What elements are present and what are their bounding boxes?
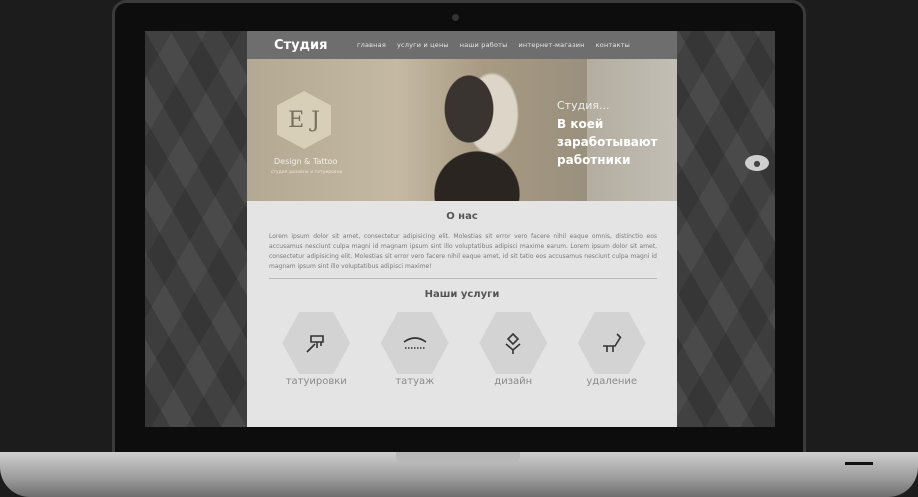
nav-services-prices[interactable]: услуги и цены — [397, 41, 449, 49]
flower-icon — [505, 332, 521, 354]
tattoo-machine-icon — [306, 335, 325, 353]
logo-subtitle: студия дизайна и татуировки — [271, 169, 343, 174]
services-list: татуировки татуаж дизайн удаление — [267, 312, 661, 387]
nav-home[interactable]: главная — [357, 41, 386, 49]
service-hex — [380, 312, 449, 374]
nav-shop[interactable]: интернет-магазин — [518, 41, 584, 49]
about-text: Lorem ipsum dolor sit amet, consectetur … — [269, 233, 657, 270]
service-hex — [282, 312, 351, 374]
hero-title: В коей заработывают работники — [557, 117, 658, 167]
top-navbar: Студия главная услуги и цены наши работы… — [247, 31, 677, 59]
nav-our-works[interactable]: наши работы — [460, 41, 508, 49]
divider — [269, 278, 657, 279]
laptop-hinge — [396, 452, 520, 464]
service-design[interactable]: дизайн — [468, 312, 558, 387]
service-label: татуировки — [285, 376, 347, 387]
power-indicator — [845, 462, 873, 465]
hero-kicker: Студия... — [557, 99, 610, 112]
service-label: удаление — [586, 376, 638, 387]
screen: Студия главная услуги и цены наши работы… — [145, 31, 775, 427]
services-title: Наши услуги — [424, 289, 500, 300]
chat-bubble-icon[interactable]: ● — [745, 155, 769, 171]
logo-text: Design & Tattoo — [274, 157, 338, 166]
nav-contacts[interactable]: контакты — [596, 41, 630, 49]
service-tattoo[interactable]: татуировки — [271, 312, 361, 387]
service-hex — [479, 312, 548, 374]
service-removal[interactable]: удаление — [567, 312, 657, 387]
brand-logo[interactable]: Студия — [274, 38, 346, 53]
hero-banner: E J Design & Tattoo студия дизайна и тат… — [247, 59, 677, 201]
service-label: дизайн — [494, 376, 533, 387]
service-label: татуаж — [395, 376, 435, 387]
studio-logo: E J — [277, 91, 331, 149]
logo-mark: E J — [288, 107, 320, 133]
eyebrow-icon — [403, 337, 427, 349]
dental-chair-icon — [602, 333, 622, 352]
service-permanent-makeup[interactable]: татуаж — [370, 312, 460, 387]
hero-photo — [397, 59, 547, 201]
service-hex — [577, 312, 646, 374]
website: Студия главная услуги и цены наши работы… — [247, 31, 677, 427]
webcam — [452, 14, 459, 21]
about-title: О нас — [446, 211, 478, 222]
